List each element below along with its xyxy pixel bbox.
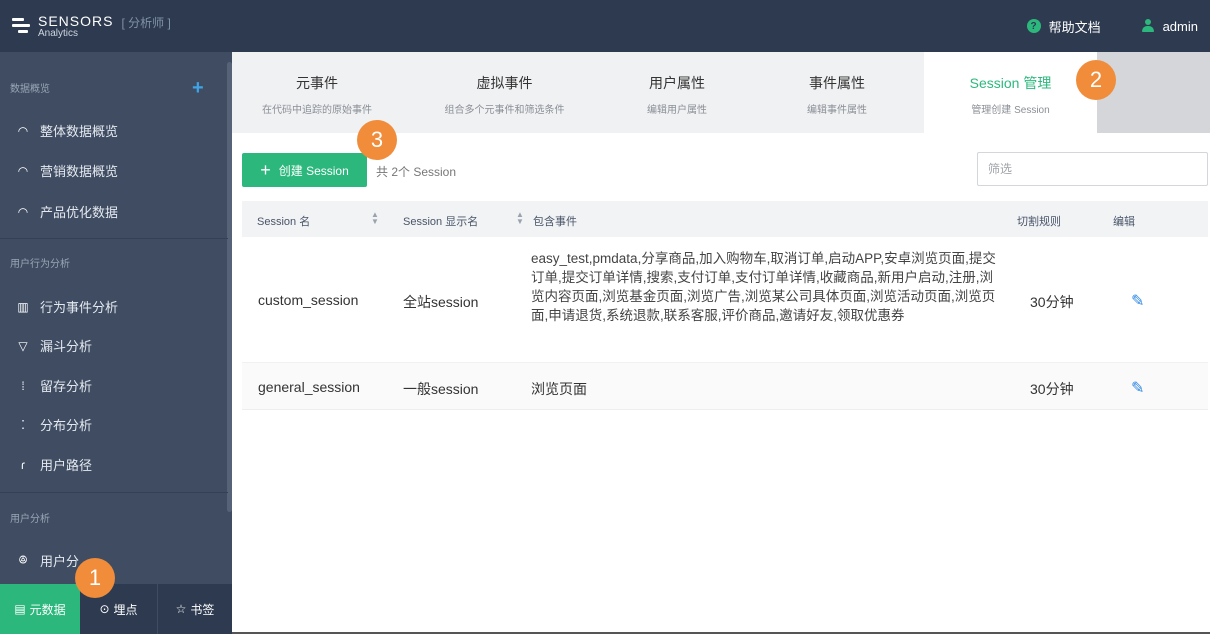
top-bar: SENSORS Analytics [ 分析师 ] ? 帮助文档 admin xyxy=(0,0,1210,52)
target-icon: ⊙ xyxy=(99,602,110,616)
dashboard-icon: ◠ xyxy=(17,123,29,138)
sidebar-item-user-group[interactable]: ꔮ 用户分 xyxy=(16,551,79,570)
funnel-icon: ▽ xyxy=(18,338,28,353)
pencil-icon[interactable]: ✎ xyxy=(1131,291,1144,311)
divider xyxy=(0,492,228,493)
display-name-cell: 全站session xyxy=(403,294,479,310)
metadata-button[interactable]: ▤ 元数据 xyxy=(0,584,80,634)
tab-user-properties[interactable]: 用户属性 编辑用户属性 xyxy=(607,52,747,133)
user-role: [ 分析师 ] xyxy=(121,15,171,30)
session-name-cell: custom_session xyxy=(258,292,359,308)
split-rule-cell: 30分钟 xyxy=(1030,381,1074,397)
events-cell: 浏览页面 xyxy=(531,381,587,397)
retention-icon: ⁞ xyxy=(21,378,25,393)
user-menu[interactable]: admin xyxy=(1141,19,1198,34)
plus-icon: + xyxy=(260,160,271,180)
tab-session-management[interactable]: Session 管理 管理创建 Session xyxy=(924,52,1097,133)
star-icon: ☆ xyxy=(175,602,187,616)
document-icon: ▤ xyxy=(14,602,26,616)
sidebar-item-user-path[interactable]: ɾ 用户路径 xyxy=(16,455,92,474)
tab-event-properties[interactable]: 事件属性 编辑事件属性 xyxy=(767,52,907,133)
help-icon: ? xyxy=(1026,19,1041,33)
column-split-rule: 切割规则 xyxy=(1017,216,1061,228)
column-edit: 编辑 xyxy=(1113,216,1135,228)
sidebar-item-overall[interactable]: ◠ 整体数据概览 xyxy=(16,121,118,140)
sidebar-item-distribution[interactable]: ⁚ 分布分析 xyxy=(16,415,92,434)
split-rule-cell: 30分钟 xyxy=(1030,294,1074,310)
pencil-icon[interactable]: ✎ xyxy=(1131,378,1144,398)
user-icon xyxy=(1141,19,1155,33)
column-session-name[interactable]: Session 名 xyxy=(257,213,310,229)
sensors-logo[interactable]: SENSORS Analytics [ 分析师 ] xyxy=(0,0,232,52)
table-row: general_session 一般session 浏览页面 30分钟 ✎ xyxy=(242,363,1208,410)
tab-bar-filler xyxy=(1097,52,1210,133)
distribution-icon: ⁚ xyxy=(21,417,25,432)
session-name-cell: general_session xyxy=(258,379,360,395)
display-name-cell: 一般session xyxy=(403,381,479,397)
bar-chart-icon: ▥ xyxy=(17,299,29,314)
table-row: custom_session 全站session easy_test,pmdat… xyxy=(242,237,1208,363)
sidebar-item-product[interactable]: ◠ 产品优化数据 xyxy=(16,202,118,221)
events-cell: easy_test,pmdata,分享商品,加入购物车,取消订单,启动APP,安… xyxy=(531,251,996,323)
annotation-badge-1: 1 xyxy=(75,558,115,598)
user-name: admin xyxy=(1162,18,1198,34)
path-icon: ɾ xyxy=(21,457,25,472)
column-display-name[interactable]: Session 显示名 xyxy=(403,213,478,229)
users-icon: ꔮ xyxy=(18,553,28,567)
filter-input[interactable] xyxy=(977,152,1208,186)
dashboard-icon: ◠ xyxy=(17,163,29,178)
session-count: 共 2个 Session xyxy=(376,165,457,179)
section-data-overview: 数据概览 xyxy=(10,84,50,95)
bookmark-button[interactable]: ☆ 书签 xyxy=(158,584,232,634)
section-user-analysis: 用户分析 xyxy=(10,514,50,525)
sort-icon[interactable]: ▲ ▼ xyxy=(371,211,379,226)
annotation-badge-3: 3 xyxy=(357,120,397,160)
sidebar-item-event-analysis[interactable]: ▥ 行为事件分析 xyxy=(16,297,118,316)
dashboard-icon: ◠ xyxy=(17,204,29,219)
section-behavior: 用户行为分析 xyxy=(10,259,70,270)
divider xyxy=(0,238,228,239)
sidebar: 数据概览 + ◠ 整体数据概览 ◠ 营销数据概览 ◠ 产品优化数据 用户行为分析 ▥ 行… xyxy=(0,52,232,634)
sort-icon[interactable]: ▲ ▼ xyxy=(516,211,524,226)
sidebar-item-funnel[interactable]: ▽ 漏斗分析 xyxy=(16,336,92,355)
table-header: Session 名 ▲ ▼ Session 显示名 ▲ ▼ 包含事件 切割规则 编辑 xyxy=(242,201,1208,237)
help-docs-label: 帮助文档 xyxy=(1048,19,1101,35)
sidebar-item-marketing[interactable]: ◠ 营销数据概览 xyxy=(16,161,118,180)
sidebar-item-retention[interactable]: ⁞ 留存分析 xyxy=(16,376,92,395)
column-events: 包含事件 xyxy=(533,216,577,228)
logo-icon xyxy=(10,15,32,37)
tab-virtual-events[interactable]: 虚拟事件 组合多个元事件和筛选条件 xyxy=(402,52,607,133)
logo-sub: Analytics xyxy=(38,27,79,39)
add-overview-plus-icon[interactable]: + xyxy=(192,78,204,98)
create-session-button[interactable]: + 创建 Session xyxy=(242,153,367,187)
sidebar-bottom-bar: ▤ 元数据 ⊙ 埋点 ☆ 书签 xyxy=(0,584,232,634)
annotation-badge-2: 2 xyxy=(1076,60,1116,100)
help-docs-link[interactable]: ? 帮助文档 xyxy=(1026,17,1101,36)
logo-name: SENSORS xyxy=(38,12,114,29)
